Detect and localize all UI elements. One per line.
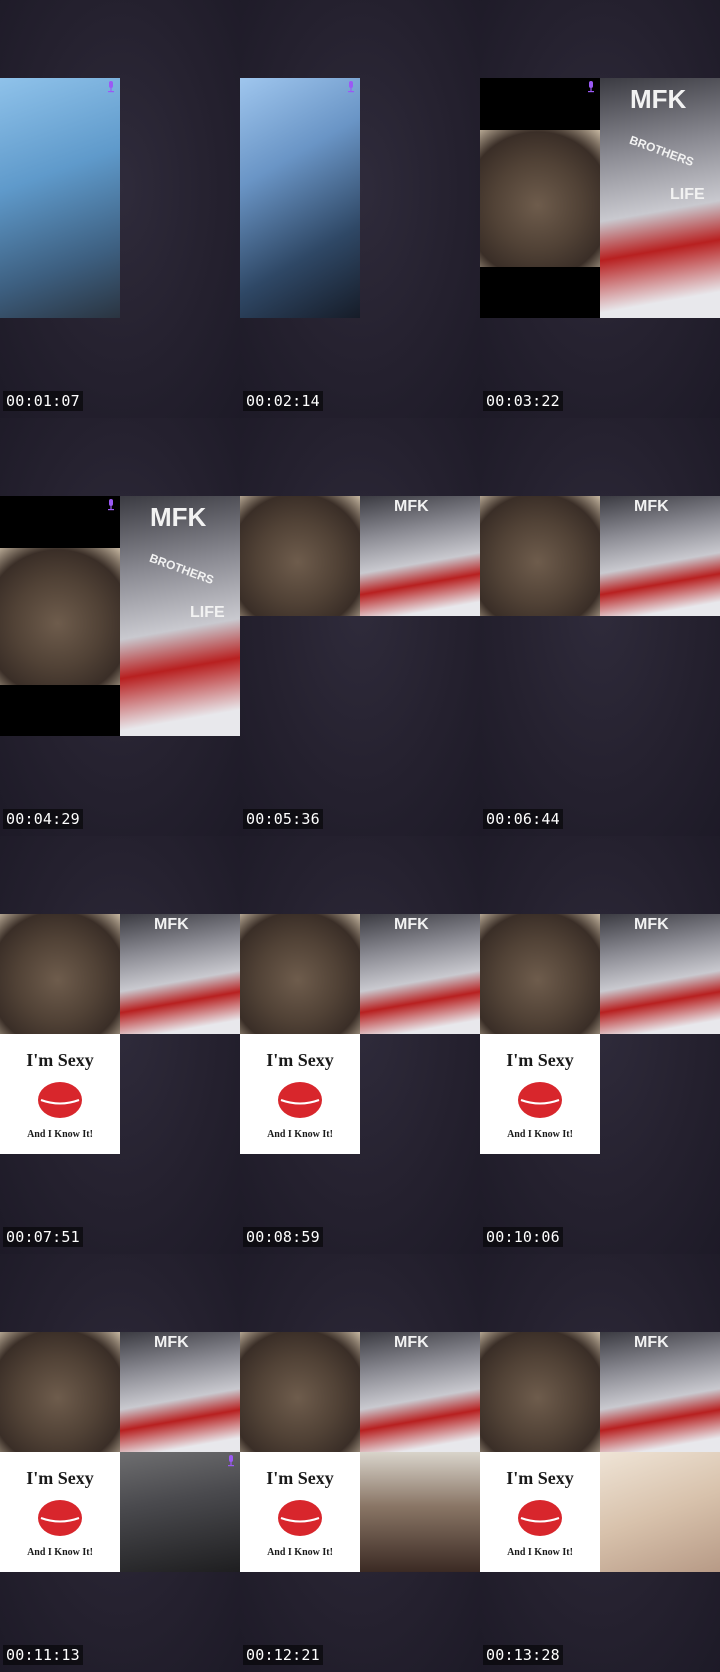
participant-tile-face xyxy=(0,914,120,1034)
participant-tile-face xyxy=(480,496,600,616)
lips-icon xyxy=(278,1082,322,1118)
participant-tile-face xyxy=(240,914,360,1034)
poster-brand: MFK xyxy=(634,1334,669,1351)
lips-icon xyxy=(518,1082,562,1118)
poster-brand: MFK xyxy=(630,84,687,114)
participant-tile-poster: MFK xyxy=(600,914,720,1034)
timestamp: 00:06:44 xyxy=(483,809,563,829)
participant-tile-im-sexy: I'm Sexy And I Know It! xyxy=(240,1034,360,1154)
participant-tile-poster: MFK xyxy=(360,1332,480,1452)
participant-tile-im-sexy: I'm Sexy And I Know It! xyxy=(0,1034,120,1154)
lips-icon xyxy=(518,1500,562,1536)
participant-tile-face xyxy=(480,78,600,318)
video-frame: MFK I'm Sexy And I Know It! 00:13:28 xyxy=(480,1254,720,1672)
participant-tile-person xyxy=(600,1452,720,1572)
participant-tile-im-sexy: I'm Sexy And I Know It! xyxy=(480,1034,600,1154)
timestamp: 00:12:21 xyxy=(243,1645,323,1665)
lips-icon xyxy=(278,1500,322,1536)
timestamp: 00:07:51 xyxy=(3,1227,83,1247)
participant-tile-poster: MFK xyxy=(120,1332,240,1452)
microphone-icon xyxy=(228,1455,234,1467)
timestamp: 00:05:36 xyxy=(243,809,323,829)
participant-tile-face xyxy=(0,1332,120,1452)
video-frame: MFK I'm Sexy And I Know It! 00:08:59 xyxy=(240,836,480,1254)
video-frame-grid: 00:01:07 00:02:14 MFK BROTHERS LIFE 00:0… xyxy=(0,0,720,1672)
video-frame: 00:02:14 xyxy=(240,0,480,418)
timestamp: 00:10:06 xyxy=(483,1227,563,1247)
poster-brand: MFK xyxy=(150,502,207,532)
poster-brand: MFK xyxy=(154,916,189,933)
participant-tile-poster: MFK xyxy=(360,496,480,616)
video-frame: MFK 00:06:44 xyxy=(480,418,720,836)
participant-tile-poster: MFK BROTHERS LIFE xyxy=(120,496,240,736)
poster-brand: MFK xyxy=(634,916,669,933)
participant-tile-face xyxy=(480,914,600,1034)
sexy-title: I'm Sexy xyxy=(26,1468,94,1488)
sexy-title: I'm Sexy xyxy=(506,1050,574,1070)
participant-tile-poster: MFK xyxy=(600,496,720,616)
sexy-subtitle: And I Know It! xyxy=(507,1547,573,1558)
sexy-subtitle: And I Know It! xyxy=(507,1129,573,1140)
video-frame: MFK I'm Sexy And I Know It! 00:10:06 xyxy=(480,836,720,1254)
participant-tile-poster: MFK BROTHERS LIFE xyxy=(600,78,720,318)
microphone-icon xyxy=(108,81,114,93)
sexy-subtitle: And I Know It! xyxy=(267,1547,333,1558)
participant-tile-poster: MFK xyxy=(120,914,240,1034)
poster-brand: MFK xyxy=(154,1334,189,1351)
microphone-icon xyxy=(348,81,354,93)
participant-tile-face xyxy=(240,1332,360,1452)
sexy-subtitle: And I Know It! xyxy=(27,1129,93,1140)
video-frame: 00:01:07 xyxy=(0,0,240,418)
microphone-icon xyxy=(108,499,114,511)
participant-tile-im-sexy: I'm Sexy And I Know It! xyxy=(0,1452,120,1572)
timestamp: 00:02:14 xyxy=(243,391,323,411)
participant-tile-face xyxy=(480,1332,600,1452)
timestamp: 00:08:59 xyxy=(243,1227,323,1247)
participant-tile-face xyxy=(0,496,120,736)
poster-line1: BROTHERS xyxy=(147,550,216,588)
participant-tile-face xyxy=(240,496,360,616)
participant-tile-person xyxy=(120,1452,240,1572)
sexy-subtitle: And I Know It! xyxy=(27,1547,93,1558)
video-frame: MFK BROTHERS LIFE 00:04:29 xyxy=(0,418,240,836)
poster-line2: LIFE xyxy=(190,604,225,621)
poster-brand: MFK xyxy=(394,916,429,933)
participant-tile-person xyxy=(360,1452,480,1572)
poster-brand: MFK xyxy=(634,498,669,515)
timestamp: 00:04:29 xyxy=(3,809,83,829)
video-frame: MFK I'm Sexy And I Know It! 00:12:21 xyxy=(240,1254,480,1672)
timestamp: 00:03:22 xyxy=(483,391,563,411)
lips-icon xyxy=(38,1082,82,1118)
face-video xyxy=(0,548,120,685)
participant-tile-im-sexy: I'm Sexy And I Know It! xyxy=(240,1452,360,1572)
video-frame: MFK BROTHERS LIFE 00:03:22 xyxy=(480,0,720,418)
participant-tile-im-sexy: I'm Sexy And I Know It! xyxy=(480,1452,600,1572)
lips-icon xyxy=(38,1500,82,1536)
poster-brand: MFK xyxy=(394,498,429,515)
timestamp: 00:11:13 xyxy=(3,1645,83,1665)
face-video xyxy=(480,130,600,267)
participant-tile-poster: MFK xyxy=(600,1332,720,1452)
timestamp: 00:01:07 xyxy=(3,391,83,411)
sexy-title: I'm Sexy xyxy=(26,1050,94,1070)
video-frame: MFK I'm Sexy And I Know It! 00:07:51 xyxy=(0,836,240,1254)
microphone-icon xyxy=(588,81,594,93)
video-frame: MFK I'm Sexy And I Know It! 00:11:13 xyxy=(0,1254,240,1672)
participant-tile-steering-wheel xyxy=(240,78,360,318)
timestamp: 00:13:28 xyxy=(483,1645,563,1665)
participant-tile-poster: MFK xyxy=(360,914,480,1034)
sexy-title: I'm Sexy xyxy=(266,1468,334,1488)
sexy-subtitle: And I Know It! xyxy=(267,1129,333,1140)
poster-line1: BROTHERS xyxy=(627,132,696,170)
participant-tile-car-ceiling xyxy=(0,78,120,318)
poster-line2: LIFE xyxy=(670,186,705,203)
sexy-title: I'm Sexy xyxy=(266,1050,334,1070)
sexy-title: I'm Sexy xyxy=(506,1468,574,1488)
video-frame: MFK 00:05:36 xyxy=(240,418,480,836)
poster-brand: MFK xyxy=(394,1334,429,1351)
